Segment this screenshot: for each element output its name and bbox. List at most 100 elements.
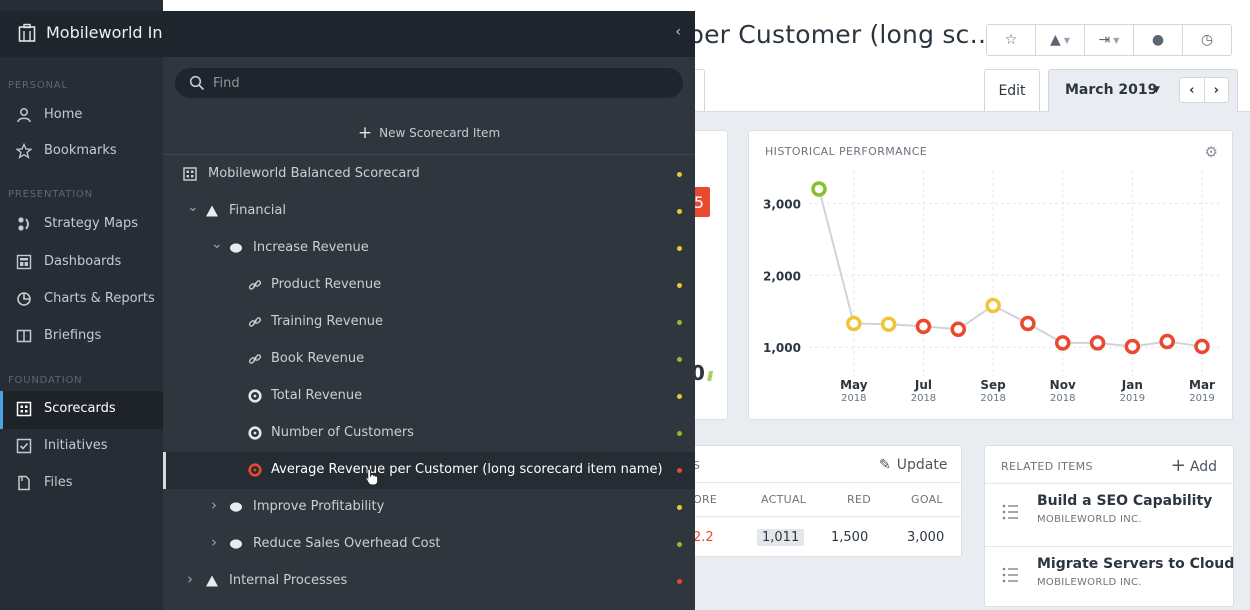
book-icon bbox=[15, 327, 33, 345]
status-dot bbox=[677, 579, 682, 584]
mouse-cursor-icon bbox=[365, 468, 379, 486]
triangle-icon bbox=[206, 205, 218, 217]
add-related-button[interactable]: + Add bbox=[1171, 455, 1217, 476]
status-dot bbox=[677, 172, 682, 177]
history-button[interactable]: ◷ bbox=[1183, 25, 1231, 55]
new-scorecard-item-button[interactable]: + New Scorecard Item bbox=[163, 111, 695, 155]
ellipse-icon bbox=[230, 502, 242, 512]
x-tick-month: Mar bbox=[1189, 378, 1215, 392]
data-point bbox=[1089, 335, 1106, 351]
tree-item[interactable]: Total Revenue bbox=[163, 378, 695, 415]
pie-chart-icon bbox=[15, 290, 33, 308]
scorecard-icon bbox=[183, 167, 197, 181]
tree-item-label: Total Revenue bbox=[271, 388, 363, 403]
chevron-down-icon[interactable]: ⌄ bbox=[211, 236, 223, 252]
period-selector[interactable]: March 2019 ▼ ‹ › bbox=[1048, 69, 1238, 112]
info-icon: ● bbox=[1151, 32, 1165, 48]
org-switcher[interactable]: Mobileworld Inc. bbox=[0, 11, 176, 57]
sidebar-item-dashboards[interactable]: Dashboards bbox=[0, 244, 163, 282]
x-tick-year: 2018 bbox=[911, 393, 936, 404]
sidebar-item-scorecards[interactable]: Scorecards bbox=[0, 391, 163, 429]
actual-value: 1,011 bbox=[757, 529, 805, 546]
chevron-right-icon[interactable]: › bbox=[211, 533, 217, 551]
x-tick-year: 2018 bbox=[1050, 393, 1075, 404]
tree-item-label: Mobileworld Balanced Scorecard bbox=[208, 166, 420, 181]
sidebar-item-label: Initiatives bbox=[44, 438, 108, 453]
ellipse-icon bbox=[230, 539, 242, 549]
kpi-icon bbox=[248, 426, 262, 440]
tree-item[interactable]: Average Revenue per Customer (long score… bbox=[163, 452, 695, 489]
tree-item-label: Reduce Sales Overhead Cost bbox=[253, 536, 441, 551]
sidebar-item-label: Files bbox=[44, 475, 73, 490]
status-dot bbox=[677, 357, 682, 362]
next-period-button[interactable]: › bbox=[1205, 78, 1229, 102]
tree-item[interactable]: Number of Customers bbox=[163, 415, 695, 452]
page-title: per Customer (long sc… bbox=[688, 20, 995, 49]
status-dot bbox=[677, 431, 682, 436]
info-button[interactable]: ● bbox=[1134, 25, 1183, 55]
find-box[interactable] bbox=[175, 68, 683, 98]
chevron-right-icon[interactable]: › bbox=[211, 496, 217, 514]
chevron-down-icon[interactable]: ⌄ bbox=[187, 199, 199, 215]
tree-item[interactable]: › Internal Processes bbox=[163, 563, 695, 600]
new-item-label: New Scorecard Item bbox=[379, 125, 501, 140]
sidebar-item-charts-reports[interactable]: Charts & Reports bbox=[0, 281, 163, 319]
sidebar-item-strategy-maps[interactable]: Strategy Maps bbox=[0, 206, 163, 244]
tree-item[interactable]: › Reduce Sales Overhead Cost bbox=[163, 526, 695, 563]
sidebar-item-label: Briefings bbox=[44, 328, 102, 343]
update-label: Update bbox=[896, 457, 948, 473]
share-button[interactable]: ⇥ ▼ bbox=[1085, 25, 1134, 55]
update-button[interactable]: ✎ Update bbox=[879, 457, 947, 473]
edit-button[interactable]: Edit bbox=[984, 69, 1040, 111]
sidebar-item-briefings[interactable]: Briefings bbox=[0, 318, 163, 356]
tree-item[interactable]: Mobileworld Balanced Scorecard bbox=[163, 156, 695, 193]
plus-icon: + bbox=[357, 122, 373, 143]
sidebar-item-initiatives[interactable]: Initiatives bbox=[0, 428, 163, 466]
related-items-card: RELATED ITEMS + Add Build a SEO Capabilit… bbox=[984, 445, 1234, 607]
section-personal: PERSONAL bbox=[8, 80, 68, 91]
series-line bbox=[818, 188, 1203, 348]
collapse-panel-button[interactable]: ‹ bbox=[675, 24, 681, 40]
bookmark-button[interactable]: ☆ bbox=[987, 25, 1036, 55]
x-tick-year: 2018 bbox=[980, 393, 1005, 404]
x-tick-month: May bbox=[840, 378, 868, 392]
status-dot bbox=[677, 209, 682, 214]
find-input[interactable] bbox=[213, 73, 653, 93]
initiative-list-icon bbox=[1002, 504, 1018, 520]
related-item[interactable]: Migrate Servers to Cloud MOBILEWORLD INC… bbox=[985, 546, 1234, 604]
tree-item[interactable]: › Improve Profitability bbox=[163, 489, 695, 526]
sidebar-item-files[interactable]: Files bbox=[0, 465, 163, 503]
x-tick-year: 2019 bbox=[1189, 393, 1214, 404]
sidebar-item-home[interactable]: Home bbox=[0, 97, 163, 135]
tree-item[interactable]: ⌄ Increase Revenue bbox=[163, 230, 695, 267]
tab-partial[interactable] bbox=[695, 69, 705, 111]
tree-item[interactable]: Book Revenue bbox=[163, 341, 695, 378]
status-dot bbox=[677, 320, 682, 325]
scorecard-icon bbox=[15, 400, 33, 418]
strategy-map-icon bbox=[15, 215, 33, 233]
dashboard-icon bbox=[15, 253, 33, 271]
tree-item[interactable]: Training Revenue bbox=[163, 304, 695, 341]
period-nav: ‹ › bbox=[1179, 77, 1229, 103]
gear-icon[interactable]: ⚙ bbox=[1205, 143, 1218, 161]
clock-icon: ◷ bbox=[1200, 32, 1214, 48]
tree-item-label: Increase Revenue bbox=[253, 240, 369, 255]
previous-period-button[interactable]: ‹ bbox=[1180, 78, 1205, 102]
tree-item[interactable]: ⌄ Financial bbox=[163, 193, 695, 230]
sidebar-item-bookmarks[interactable]: Bookmarks bbox=[0, 133, 163, 171]
chevron-right-icon[interactable]: › bbox=[187, 570, 193, 588]
item-toolbar: ☆ ▲ ▼ ⇥ ▼ ● ◷ bbox=[986, 24, 1232, 56]
scorecard-tree-panel: ‹ + New Scorecard Item Mobileworld Balan… bbox=[163, 11, 695, 610]
period-label: March 2019 bbox=[1065, 82, 1158, 98]
tree-item-label: Number of Customers bbox=[271, 425, 414, 440]
star-icon: ☆ bbox=[1004, 32, 1018, 48]
alert-button[interactable]: ▲ ▼ bbox=[1036, 25, 1085, 55]
chevron-down-icon: ▼ bbox=[1113, 35, 1120, 45]
plus-icon: + bbox=[1170, 455, 1186, 476]
tree-item[interactable]: Product Revenue bbox=[163, 267, 695, 304]
share-icon: ⇥ bbox=[1098, 32, 1111, 48]
historical-performance-card: 3,000 2,000 1,000 May 2018 Jul 2018 Sep 2018 Nov 2… bbox=[748, 130, 1233, 420]
status-dot bbox=[677, 283, 682, 288]
related-item[interactable]: Build a SEO Capability MOBILEWORLD INC. bbox=[985, 483, 1233, 541]
measures-card: S ✎ Update ORE ACTUAL RED GOAL 2.2 1,011… bbox=[680, 445, 963, 557]
